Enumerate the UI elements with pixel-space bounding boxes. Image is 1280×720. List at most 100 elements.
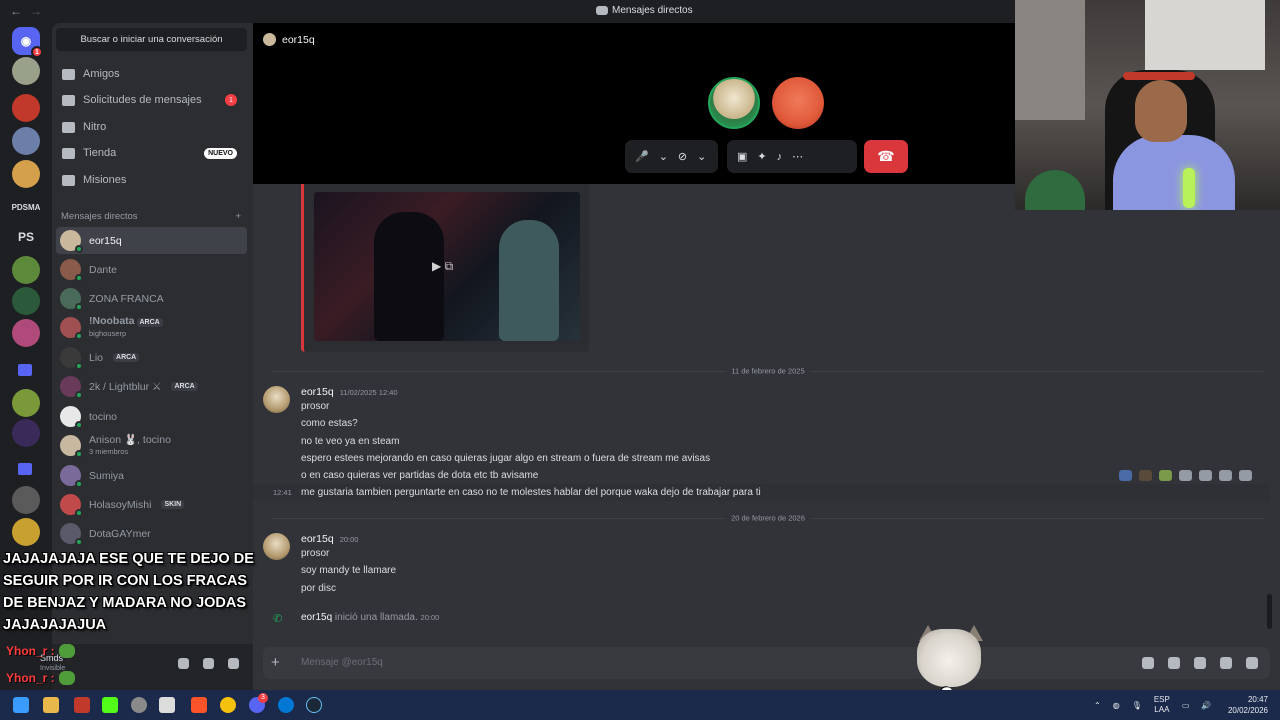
server-icon[interactable] [12, 94, 40, 122]
reply-icon[interactable] [1199, 470, 1212, 481]
camera-off-icon[interactable]: ⊘ [678, 150, 687, 163]
nav-message-requests[interactable]: Solicitudes de mensajes 1 [56, 87, 247, 113]
avatar[interactable] [263, 386, 290, 413]
author-name[interactable]: eor15q [301, 386, 334, 398]
nav-friends[interactable]: Amigos [56, 61, 247, 87]
gif-icon[interactable] [1168, 657, 1180, 669]
nav-quests[interactable]: Misiones [56, 167, 247, 193]
app-icon[interactable] [159, 697, 175, 713]
steam-icon[interactable] [306, 697, 322, 713]
avatar[interactable] [263, 533, 290, 560]
microphone-icon[interactable] [178, 658, 189, 669]
server-icon[interactable] [12, 256, 40, 284]
attach-plus-icon[interactable]: + [271, 654, 280, 671]
server-icon[interactable] [12, 127, 40, 155]
dm-item-dotagaymer[interactable]: DotaGAYmer [56, 520, 247, 547]
app-icon[interactable] [131, 697, 147, 713]
dm-item-noobata[interactable]: !Noobata ARCA bighouserp [56, 314, 247, 341]
server-pdsma[interactable]: PDSMA [12, 193, 41, 221]
window-title-text: Mensajes directos [612, 5, 693, 16]
call-participant-avatar[interactable] [708, 77, 760, 129]
server-icon[interactable] [12, 287, 40, 315]
dm-item-lightblur[interactable]: 2k / Lightblur ⚔ ARCA [56, 373, 247, 400]
activities-icon[interactable]: ✦ [757, 150, 766, 163]
server-folder-icon[interactable] [18, 463, 32, 475]
chat-scrollbar[interactable] [1267, 594, 1272, 629]
reaction-icon[interactable] [1119, 470, 1132, 481]
server-icon[interactable] [12, 419, 40, 447]
reaction-icon[interactable] [1159, 470, 1172, 481]
language-indicator[interactable]: ESP LAA [1154, 695, 1170, 715]
server-folder-icon[interactable] [18, 364, 32, 376]
message-line: prosor [301, 548, 330, 559]
mic-tray-icon[interactable]: 🎙 [1132, 701, 1142, 710]
server-icon[interactable] [12, 518, 40, 546]
nav-shop[interactable]: Tienda NUEVO [56, 140, 247, 166]
server-icon[interactable] [12, 319, 40, 347]
message-input[interactable]: + Mensaje @eor15q [263, 647, 1270, 679]
message-composer: + Mensaje @eor15q [253, 644, 1280, 690]
more-options-icon[interactable]: ⋯ [792, 150, 803, 163]
network-icon[interactable]: ◍ [1113, 701, 1120, 710]
dm-item-lio[interactable]: Lio ARCA [56, 344, 247, 371]
dm-item-zona-franca[interactable]: ZONA FRANCA [56, 285, 247, 312]
server-icon[interactable] [12, 160, 40, 188]
tray-expand-icon[interactable]: ⌃ [1094, 701, 1101, 710]
chevron-down-icon[interactable]: ⌄ [659, 150, 668, 163]
app-icon[interactable] [102, 697, 118, 713]
forward-arrow-icon[interactable]: → [30, 4, 42, 18]
brave-browser-icon[interactable] [191, 697, 207, 713]
apps-icon[interactable] [1246, 657, 1258, 669]
back-arrow-icon[interactable]: ← [10, 4, 22, 18]
author-name[interactable]: eor15q [301, 533, 334, 545]
microphone-icon[interactable]: 🎤 [635, 150, 649, 163]
video-thumbnail[interactable]: ▶ ⧉ [314, 192, 580, 341]
date-divider: 11 de febrero de 2025 [273, 366, 1263, 376]
app-icon[interactable] [74, 697, 90, 713]
file-explorer-icon[interactable] [43, 697, 59, 713]
app-icon[interactable] [278, 697, 294, 713]
windows-start-icon[interactable] [13, 697, 29, 713]
add-reaction-icon[interactable] [1179, 470, 1192, 481]
play-icon[interactable]: ▶ ⧉ [432, 259, 453, 274]
avatar [60, 406, 83, 429]
headphones-icon[interactable] [203, 658, 214, 669]
settings-gear-icon[interactable] [228, 658, 239, 669]
clock[interactable]: 20:47 20/02/2026 [1228, 694, 1268, 716]
soundboard-icon[interactable]: ♪ [777, 151, 783, 163]
dm-avatar-server[interactable] [12, 57, 40, 85]
emoji-icon[interactable] [1220, 657, 1232, 669]
stream-chat-line: Yhon_r : [6, 671, 75, 685]
stream-chat-line: Yhon_r : [6, 644, 75, 658]
dm-item-group-anison[interactable]: Anison 🐰, tocino 3 miembros [56, 432, 247, 459]
forward-icon[interactable] [1219, 470, 1232, 481]
nav-nitro[interactable]: Nitro [56, 114, 247, 140]
gift-icon[interactable] [1142, 657, 1154, 669]
mic-camera-controls: 🎤 ⌄ ⊘ ⌄ [625, 140, 718, 173]
dm-item-tocino[interactable]: tocino [56, 403, 247, 430]
volume-icon[interactable]: 🔊 [1201, 701, 1211, 710]
add-dm-button[interactable]: + [235, 211, 241, 222]
phone-icon: ✆ [273, 613, 283, 625]
screen-share-icon[interactable]: ▣ [737, 150, 747, 163]
discord-home-icon[interactable]: ◉ 1 [12, 27, 43, 58]
discord-badge: 3 [258, 693, 268, 703]
call-participant-avatar[interactable] [772, 77, 824, 129]
hang-up-button[interactable]: ☎ [864, 140, 908, 173]
search-conversation-button[interactable]: Buscar o iniciar una conversación [56, 28, 247, 51]
server-icon[interactable] [12, 486, 40, 514]
dm-item-dante[interactable]: Dante [56, 256, 247, 283]
chevron-down-icon[interactable]: ⌄ [697, 150, 706, 163]
dm-item-eor15q[interactable]: eor15q [56, 227, 247, 254]
server-icon[interactable] [12, 389, 40, 417]
reaction-icon[interactable] [1139, 470, 1152, 481]
server-ps[interactable]: PS [12, 223, 40, 251]
sticker-icon[interactable] [1194, 657, 1206, 669]
display-icon[interactable]: ▭ [1182, 701, 1190, 710]
dm-item-sumiya[interactable]: Sumiya [56, 462, 247, 489]
more-options-icon[interactable] [1239, 470, 1252, 481]
title-bar: ← → Mensajes directos [0, 0, 1015, 23]
dm-icon [596, 6, 608, 15]
chrome-icon[interactable] [220, 697, 236, 713]
dm-item-holasoymishi[interactable]: HolasoyMishi SKIN [56, 491, 247, 518]
